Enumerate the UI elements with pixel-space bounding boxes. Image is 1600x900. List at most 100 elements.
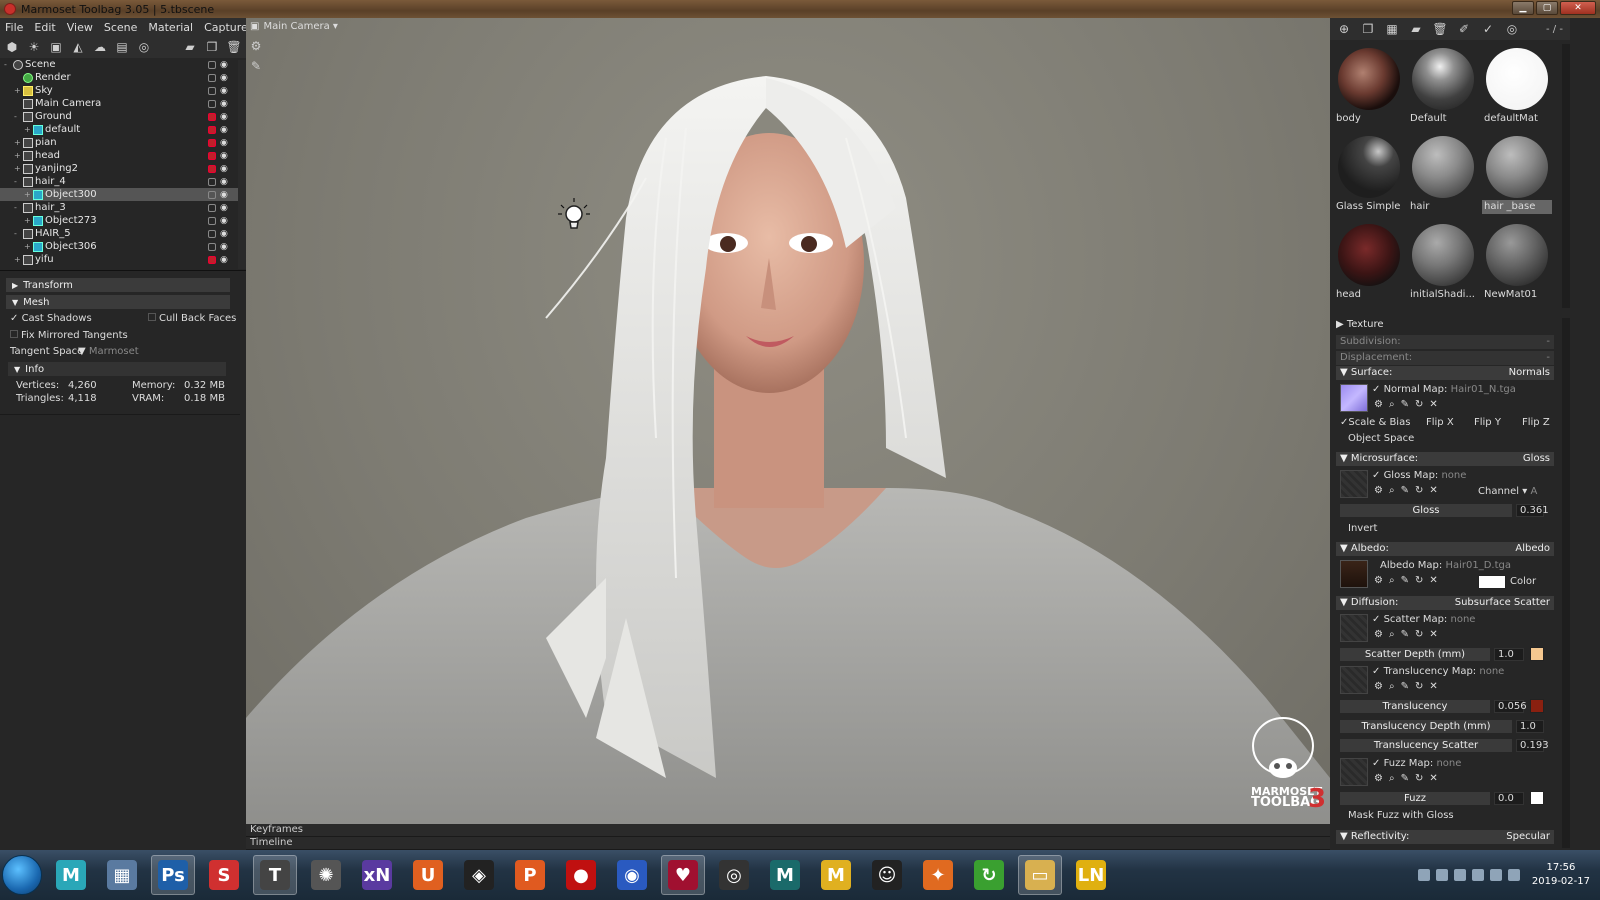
search-icon[interactable]: ⌕ [1389,681,1395,692]
minimize-button[interactable]: ▁ [1512,1,1534,15]
material-hair-base[interactable]: hair _base [1482,132,1552,216]
taskbar-record-icon[interactable]: ● [559,855,603,895]
add-light-icon[interactable]: ☀ [26,39,42,55]
edit-icon[interactable]: ✎ [1401,575,1409,586]
material-apply-icon[interactable]: ✓ [1480,21,1496,37]
visibility-eye-icon[interactable]: ◉ [220,255,228,265]
keyboard-icon[interactable] [1417,869,1430,881]
flip-y-checkbox[interactable]: Flip Y [1474,417,1501,428]
diffusion-section[interactable]: ▼ Diffusion: Subsurface Scatter [1336,596,1554,610]
scatter-depth-slider[interactable]: Scatter Depth (mm) [1340,648,1490,661]
visibility-eye-icon[interactable]: ◉ [220,99,228,109]
object-space-checkbox[interactable]: Object Space [1348,433,1414,444]
taskbar-explorer-icon[interactable]: ▭ [1018,855,1062,895]
diffusion-value[interactable]: Subsurface Scatter [1455,596,1550,610]
close-icon[interactable]: ✕ [1429,629,1437,640]
visibility-eye-icon[interactable]: ◉ [220,125,228,135]
maximize-button[interactable]: ▢ [1536,1,1558,15]
add-shadow-icon[interactable]: ◭ [70,39,86,55]
gear-icon[interactable]: ⚙ [1374,773,1383,784]
lock-icon[interactable] [208,229,216,238]
expand-toggle-icon[interactable]: + [24,242,31,251]
taskbar-unity-icon[interactable]: ◈ [457,855,501,895]
reload-icon[interactable]: ↻ [1415,399,1423,410]
material-glass-simple[interactable]: Glass Simple [1334,132,1404,216]
material-head[interactable]: head [1334,220,1404,304]
taskbar-refresh-icon[interactable]: ↻ [967,855,1011,895]
material-default[interactable]: Default [1408,44,1478,128]
translucency-slider[interactable]: Translucency [1340,700,1490,713]
tree-item-sky[interactable]: + Sky ◉ [0,84,240,97]
translucency-scatter-value[interactable]: 0.193 [1516,739,1549,752]
clock[interactable]: 17:56 2019-02-17 [1532,861,1590,889]
add-object-icon[interactable]: ▤ [114,39,130,55]
visibility-eye-icon[interactable]: ◉ [220,138,228,148]
material-compass-icon[interactable]: ◎ [1504,21,1520,37]
albedo-color-swatch[interactable] [1478,575,1506,589]
visibility-eye-icon[interactable]: ◉ [220,190,228,200]
subdivision-row[interactable]: Subdivision: - [1336,335,1554,349]
surface-value[interactable]: Normals [1509,366,1550,380]
material-grid-icon[interactable]: ▦ [1384,21,1400,37]
expand-toggle-icon[interactable]: - [14,112,17,121]
fuzz-map-slot[interactable] [1340,758,1368,786]
menu-scene[interactable]: Scene [99,21,144,34]
material-newmat01[interactable]: NewMat01 [1482,220,1552,304]
material-pick-icon[interactable]: ✐ [1456,21,1472,37]
taskbar-substance-icon[interactable]: S [202,855,246,895]
visibility-eye-icon[interactable]: ◉ [220,203,228,213]
translucency-map-row[interactable]: ✓ Translucency Map: none [1372,666,1504,677]
visibility-eye-icon[interactable]: ◉ [220,229,228,239]
lock-icon[interactable] [208,164,216,173]
add-mesh-icon[interactable]: ⬢ [4,39,20,55]
brush-icon[interactable]: ✎ [248,58,264,74]
taskbar-photoshop-icon[interactable]: Ps [151,855,195,895]
info-section[interactable]: ▼ Info [8,362,226,376]
expand-toggle-icon[interactable]: - [4,60,7,69]
taskbar-app-blue-icon[interactable]: ▦ [100,855,144,895]
surface-section[interactable]: ▼ Surface: Normals [1336,366,1554,380]
visibility-eye-icon[interactable]: ◉ [220,73,228,83]
flag-icon[interactable] [1489,869,1502,881]
close-icon[interactable]: ✕ [1429,681,1437,692]
gloss-map-row[interactable]: ✓ Gloss Map: none [1372,470,1466,481]
search-icon[interactable]: ⌕ [1389,629,1395,640]
monitor-icon[interactable] [1507,869,1520,881]
duplicate-icon[interactable]: ❐ [204,39,220,55]
transform-section[interactable]: ▶ Transform [6,278,230,292]
lock-icon[interactable] [208,177,216,186]
expand-toggle-icon[interactable]: + [14,138,21,147]
microsurface-section[interactable]: ▼ Microsurface: Gloss [1336,452,1554,466]
input-method-icon[interactable] [1435,869,1448,881]
visibility-eye-icon[interactable]: ◉ [220,112,228,122]
visibility-eye-icon[interactable]: ◉ [220,177,228,187]
cull-back-faces-checkbox[interactable]: Cull Back Faces [148,313,236,324]
visibility-eye-icon[interactable]: ◉ [220,164,228,174]
taskbar-bird-icon[interactable]: ✦ [916,855,960,895]
channel-dropdown[interactable]: Channel ▾ A [1478,486,1537,497]
scale-bias-checkbox[interactable]: ✓Scale & Bias [1340,417,1410,428]
close-icon[interactable]: ✕ [1429,575,1437,586]
tree-item-head[interactable]: + head ◉ [0,149,240,162]
albedo-section[interactable]: ▼ Albedo: Albedo [1336,542,1554,556]
visibility-eye-icon[interactable]: ◉ [220,86,228,96]
expand-toggle-icon[interactable]: - [14,203,17,212]
reload-icon[interactable]: ↻ [1415,773,1423,784]
lock-icon[interactable] [208,190,216,199]
taskbar-globe-icon[interactable]: ◉ [610,855,654,895]
search-icon[interactable]: ⌕ [1389,773,1395,784]
taskbar-marvelous-icon[interactable]: U [406,855,450,895]
translucency-value[interactable]: 0.056 [1494,700,1527,713]
expand-toggle-icon[interactable]: + [14,164,21,173]
fuzz-map-row[interactable]: ✓ Fuzz Map: none [1372,758,1461,769]
tree-item-object306[interactable]: + Object306 ◉ [0,240,240,253]
visibility-eye-icon[interactable]: ◉ [220,60,228,70]
lock-icon[interactable] [208,242,216,251]
taskbar-heart-icon[interactable]: ♥ [661,855,705,895]
reload-icon[interactable]: ↻ [1415,575,1423,586]
reflectivity-value[interactable]: Specular [1506,830,1550,844]
taskbar-ppt-icon[interactable]: P [508,855,552,895]
expand-toggle-icon[interactable]: + [24,216,31,225]
lock-icon[interactable] [208,151,216,160]
albedo-map-thumbnail[interactable] [1340,560,1368,588]
